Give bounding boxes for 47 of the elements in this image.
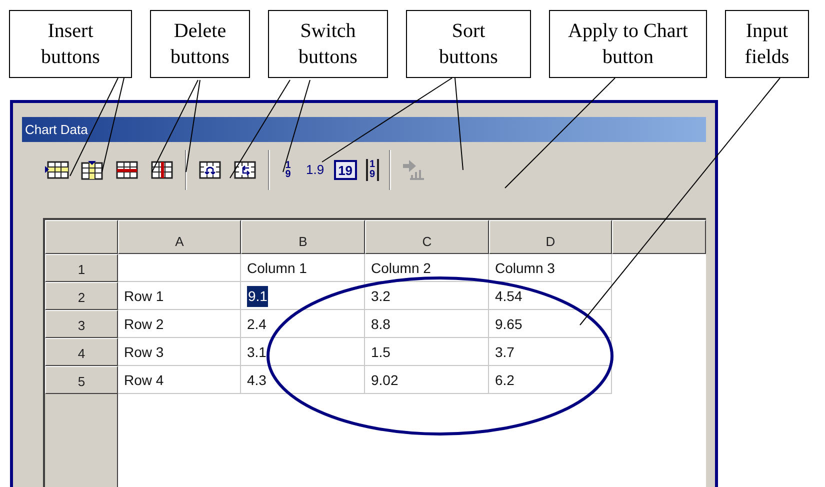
column-header[interactable]: B: [241, 220, 365, 254]
switch-icon: [234, 161, 256, 179]
table-cell[interactable]: Row 1: [118, 282, 241, 310]
table-cell[interactable]: Column 2: [365, 254, 489, 282]
row-header[interactable]: 2: [45, 282, 118, 310]
table-cell[interactable]: 2.4: [241, 310, 365, 338]
callout-label: Apply to Chart button: [549, 10, 707, 78]
table-cell[interactable]: 3.1: [241, 338, 365, 366]
table-cell[interactable]: 3.7: [489, 338, 612, 366]
callout-label: Insert buttons: [9, 10, 132, 78]
sort-button[interactable]: 1 9: [366, 159, 380, 181]
row-header[interactable]: 1: [45, 254, 118, 282]
sort-button[interactable]: 1.9: [305, 157, 326, 183]
row-header[interactable]: 5: [45, 366, 118, 394]
window-title: Chart Data: [25, 120, 88, 139]
row-header[interactable]: 3: [45, 310, 118, 338]
callout-label: Input fields: [725, 10, 809, 78]
row-header[interactable]: 4: [45, 338, 118, 366]
table-cell[interactable]: Row 2: [118, 310, 241, 338]
callout-label: Delete buttons: [150, 10, 250, 78]
table-cell[interactable]: 1.5: [365, 338, 489, 366]
table-cell[interactable]: 8.8: [365, 310, 489, 338]
table-cell[interactable]: Row 3: [118, 338, 241, 366]
table-cell[interactable]: Row 4: [118, 366, 241, 394]
table-cell[interactable]: 3.2: [365, 282, 489, 310]
table-cell[interactable]: 6.2: [489, 366, 612, 394]
callout-label: Sort buttons: [406, 10, 531, 78]
sort-button[interactable]: 19: [334, 160, 357, 180]
arrow-chart-icon: [402, 159, 426, 181]
callout-label: Switch buttons: [268, 10, 388, 78]
table-cell[interactable]: 9.1: [241, 282, 365, 310]
table-cell[interactable]: 9.02: [365, 366, 489, 394]
column-header[interactable]: A: [118, 220, 241, 254]
table-cell[interactable]: 4.3: [241, 366, 365, 394]
column-header[interactable]: D: [489, 220, 612, 254]
insert-column-icon: [81, 160, 103, 180]
table-cell[interactable]: Column 3: [489, 254, 612, 282]
table-cell[interactable]: 4.54: [489, 282, 612, 310]
table-cell[interactable]: Column 1: [241, 254, 365, 282]
delete-row-icon: [116, 161, 138, 179]
table-cell[interactable]: [118, 254, 241, 282]
delete-column-icon: [151, 161, 173, 179]
sort-button[interactable]: 1 9: [280, 157, 296, 183]
switch-icon: [199, 161, 221, 179]
insert-row-icon: [45, 161, 69, 179]
column-header[interactable]: C: [365, 220, 489, 254]
table-cell[interactable]: 9.65: [489, 310, 612, 338]
